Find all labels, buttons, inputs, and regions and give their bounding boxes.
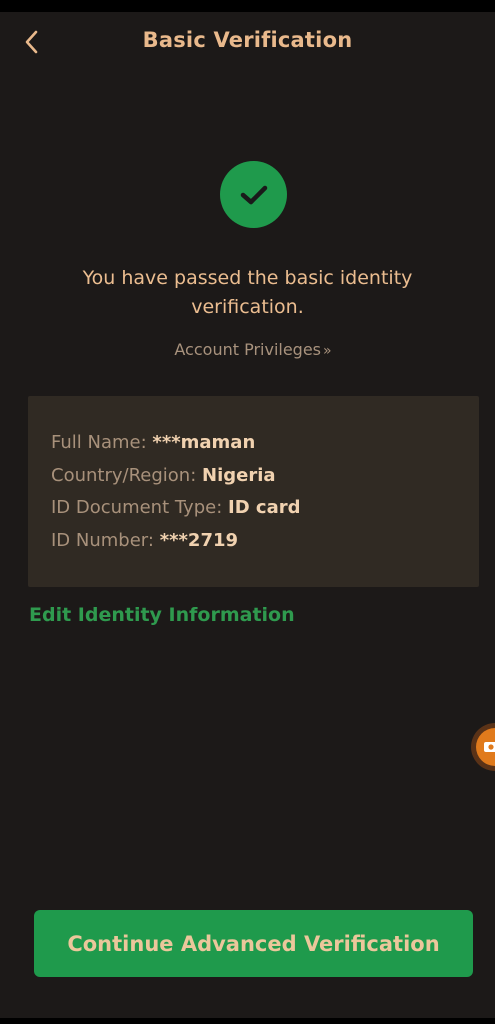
document-type-value: ID card xyxy=(228,497,301,518)
id-number-value: ***2719 xyxy=(159,530,239,551)
floating-support-button[interactable] xyxy=(471,723,495,771)
full-name-label: Full Name: xyxy=(51,432,147,453)
full-name-row: Full Name: ***maman xyxy=(51,432,255,453)
identity-info-card: Full Name: ***maman Country/Region: Nige… xyxy=(28,396,479,587)
continue-advanced-verification-button[interactable]: Continue Advanced Verification xyxy=(34,910,473,977)
success-message: You have passed the basic identity verif… xyxy=(82,267,413,318)
status-bar xyxy=(0,0,495,12)
page-title: Basic Verification xyxy=(142,28,353,52)
camera-icon xyxy=(484,742,495,752)
country-row: Country/Region: Nigeria xyxy=(51,465,276,486)
account-privileges-label: Account Privileges xyxy=(174,340,322,359)
country-label: Country/Region: xyxy=(51,465,197,486)
account-privileges-link[interactable]: Account Privileges» xyxy=(0,340,495,359)
double-chevron-right-icon: » xyxy=(323,343,332,359)
check-circle-icon xyxy=(220,161,287,228)
document-type-label: ID Document Type: xyxy=(51,497,223,518)
navigation-bar xyxy=(0,1018,495,1024)
verification-screen: Basic Verification You have passed the b… xyxy=(0,0,495,1024)
country-value: Nigeria xyxy=(202,465,276,486)
id-number-label: ID Number: xyxy=(51,530,154,551)
full-name-value: ***maman xyxy=(152,432,256,453)
id-number-row: ID Number: ***2719 xyxy=(51,530,238,551)
edit-identity-link[interactable]: Edit Identity Information xyxy=(29,604,295,626)
document-type-row: ID Document Type: ID card xyxy=(51,497,301,518)
